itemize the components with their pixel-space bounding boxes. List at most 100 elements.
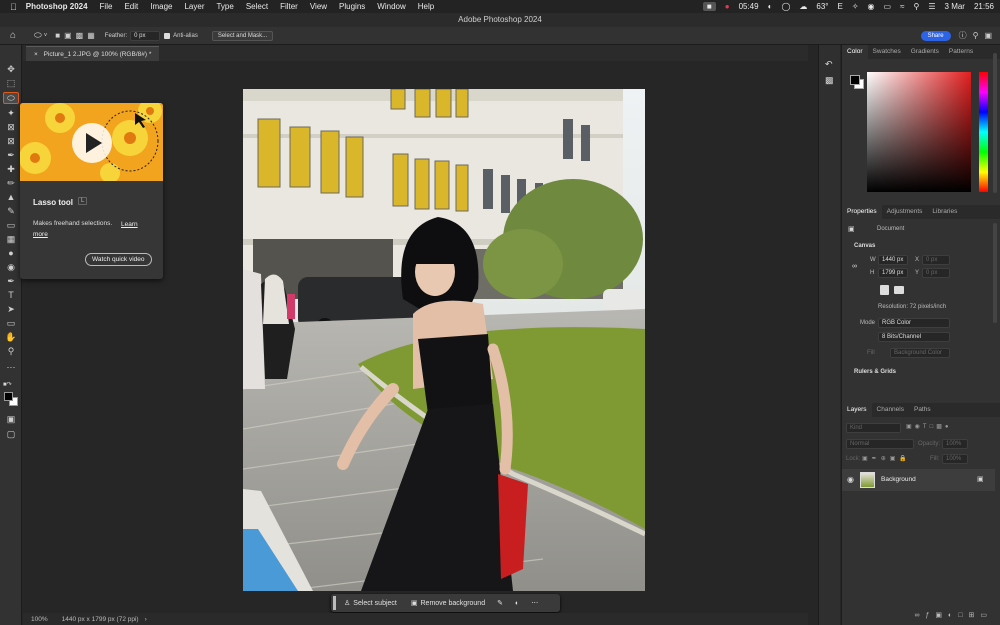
more-options-icon[interactable]: ⋯	[531, 599, 538, 607]
mode-select[interactable]: RGB Color	[878, 318, 950, 328]
transform-icon[interactable]: ✎	[497, 599, 503, 607]
control-icon[interactable]: ◐	[768, 2, 773, 11]
layer-row[interactable]: ◉ Background ▣	[842, 469, 995, 491]
new-layer-icon[interactable]: ⊞	[969, 612, 981, 619]
tab-properties[interactable]: Properties	[842, 205, 882, 219]
quick-mask-icon[interactable]: ▣	[3, 413, 19, 425]
shield-icon[interactable]: ◯	[781, 2, 790, 11]
height-field[interactable]: 1799 px	[878, 268, 908, 278]
weather-icon[interactable]: ☁	[799, 2, 807, 11]
tab-color[interactable]: Color	[842, 45, 868, 59]
record-icon[interactable]: ●	[725, 2, 730, 11]
layer-filter-icons[interactable]: ▣◉T□▩●	[906, 423, 952, 430]
layer-fill-field[interactable]: 100%	[942, 454, 968, 464]
dodge-tool-icon[interactable]: ◉	[3, 261, 19, 273]
default-colors-icon[interactable]: ■↷	[3, 381, 12, 388]
shape-tool-icon[interactable]: ▭	[3, 317, 19, 329]
tab-adjustments[interactable]: Adjustments	[882, 205, 928, 219]
eraser-tool-icon[interactable]: ▭	[3, 219, 19, 231]
watch-video-button[interactable]: Watch quick video	[85, 253, 152, 266]
close-icon[interactable]: ×	[34, 51, 38, 58]
more-tools-icon[interactable]: ⋯	[3, 361, 19, 373]
bits-select[interactable]: 8 Bits/Channel	[878, 332, 950, 342]
tab-paths[interactable]: Paths	[909, 403, 936, 417]
crop-tool-icon[interactable]: ⊠	[3, 121, 19, 133]
new-selection-icon[interactable]: ■	[55, 31, 60, 40]
learn-more-link[interactable]: Learn more	[33, 220, 145, 240]
menu-filter[interactable]: Filter	[280, 2, 298, 11]
menu-help[interactable]: Help	[418, 2, 434, 11]
menu-layer[interactable]: Layer	[184, 2, 204, 11]
antialias-checkbox[interactable]	[164, 32, 171, 39]
lock-icons[interactable]: ▣✒⊕▣🔒	[862, 455, 911, 462]
y-field[interactable]: 0 px	[922, 268, 950, 278]
search-icon[interactable]: ⚲	[973, 31, 979, 40]
help-icon[interactable]: ⓘ	[959, 30, 967, 41]
rulers-grids-section[interactable]: Rulers & Grids	[854, 369, 896, 375]
object-selection-tool-icon[interactable]: ✦	[3, 107, 19, 119]
input-source[interactable]: E	[838, 2, 843, 11]
control-center-icon[interactable]: ☰	[928, 2, 935, 11]
intersect-selection-icon[interactable]: ▦	[87, 31, 95, 40]
zoom-tool-icon[interactable]: ⚲	[3, 345, 19, 357]
eyedropper-tool-icon[interactable]: ✒	[3, 149, 19, 161]
bluetooth-icon[interactable]: ✧	[852, 2, 859, 11]
document-info[interactable]: 1440 px x 1799 px (72 ppi)	[62, 616, 139, 623]
eye-icon[interactable]: ◉	[847, 475, 854, 484]
tab-gradients[interactable]: Gradients	[906, 45, 944, 59]
panel-scrollbar[interactable]	[993, 53, 997, 193]
tooltip-video-thumbnail[interactable]	[20, 103, 163, 181]
add-mask-icon[interactable]: ▣	[935, 612, 948, 619]
menu-image[interactable]: Image	[150, 2, 172, 11]
type-tool-icon[interactable]: T	[3, 289, 19, 301]
group-icon[interactable]: □	[958, 612, 968, 619]
remove-background-button[interactable]: Remove background	[421, 600, 486, 607]
apple-icon[interactable]: 	[10, 2, 17, 12]
menu-window[interactable]: Window	[377, 2, 405, 11]
mask-icon[interactable]: ◐	[515, 600, 519, 607]
screen-mode-icon[interactable]: ▢	[3, 428, 19, 440]
battery-icon[interactable]: ▭	[884, 2, 892, 11]
app-menu[interactable]: Photoshop 2024	[26, 2, 88, 11]
link-layers-icon[interactable]: ∞	[915, 612, 926, 619]
tab-swatches[interactable]: Swatches	[868, 45, 906, 59]
status-arrow-icon[interactable]: ›	[145, 616, 147, 623]
adjustment-icon[interactable]: ◐	[948, 612, 958, 619]
pen-tool-icon[interactable]: ✒	[3, 275, 19, 287]
hand-tool-icon[interactable]: ✋	[3, 331, 19, 343]
layer-name[interactable]: Background	[881, 476, 916, 483]
gradient-tool-icon[interactable]: ▦	[3, 233, 19, 245]
tab-libraries[interactable]: Libraries	[927, 205, 962, 219]
select-subject-button[interactable]: Select subject	[353, 600, 397, 607]
blend-mode-select[interactable]: Normal	[846, 439, 914, 449]
document-tab[interactable]: × Picture_1 2.JPG @ 100% (RGB/8#) *	[26, 46, 160, 61]
delete-icon[interactable]: ▭	[980, 612, 993, 619]
tab-patterns[interactable]: Patterns	[944, 45, 978, 59]
path-selection-tool-icon[interactable]: ➤	[3, 303, 19, 315]
width-field[interactable]: 1440 px	[878, 255, 908, 265]
panel-fg-swatch[interactable]	[850, 75, 860, 85]
hue-slider[interactable]	[979, 72, 988, 192]
history-panel-icon[interactable]: ↶	[825, 59, 833, 70]
menu-type[interactable]: Type	[216, 2, 233, 11]
x-field[interactable]: 0 px	[922, 255, 950, 265]
color-field[interactable]	[867, 72, 971, 192]
brush-tool-icon[interactable]: ✏	[3, 177, 19, 189]
drag-handle[interactable]	[333, 596, 336, 610]
frame-tool-icon[interactable]: ⊠	[3, 135, 19, 147]
feather-input[interactable]: 0 px	[130, 30, 161, 41]
headphones-icon[interactable]: ◉	[868, 2, 875, 11]
home-icon[interactable]: ⌂	[10, 30, 16, 41]
share-button[interactable]: Share	[920, 30, 951, 41]
opacity-field[interactable]: 100%	[942, 439, 968, 449]
document-canvas[interactable]	[243, 89, 645, 591]
layer-filter-kind[interactable]: Kind	[846, 423, 901, 433]
properties-scrollbar[interactable]	[993, 223, 997, 323]
chevron-down-icon[interactable]: ˅	[44, 33, 48, 39]
camera-icon[interactable]: ■	[702, 2, 716, 11]
stamp-tool-icon[interactable]: ▲	[3, 191, 19, 203]
canvas-section[interactable]: Canvas	[854, 243, 875, 249]
blur-tool-icon[interactable]: ●	[3, 247, 19, 259]
workspace-icon[interactable]: ▣	[984, 31, 992, 40]
menu-file[interactable]: File	[100, 2, 113, 11]
